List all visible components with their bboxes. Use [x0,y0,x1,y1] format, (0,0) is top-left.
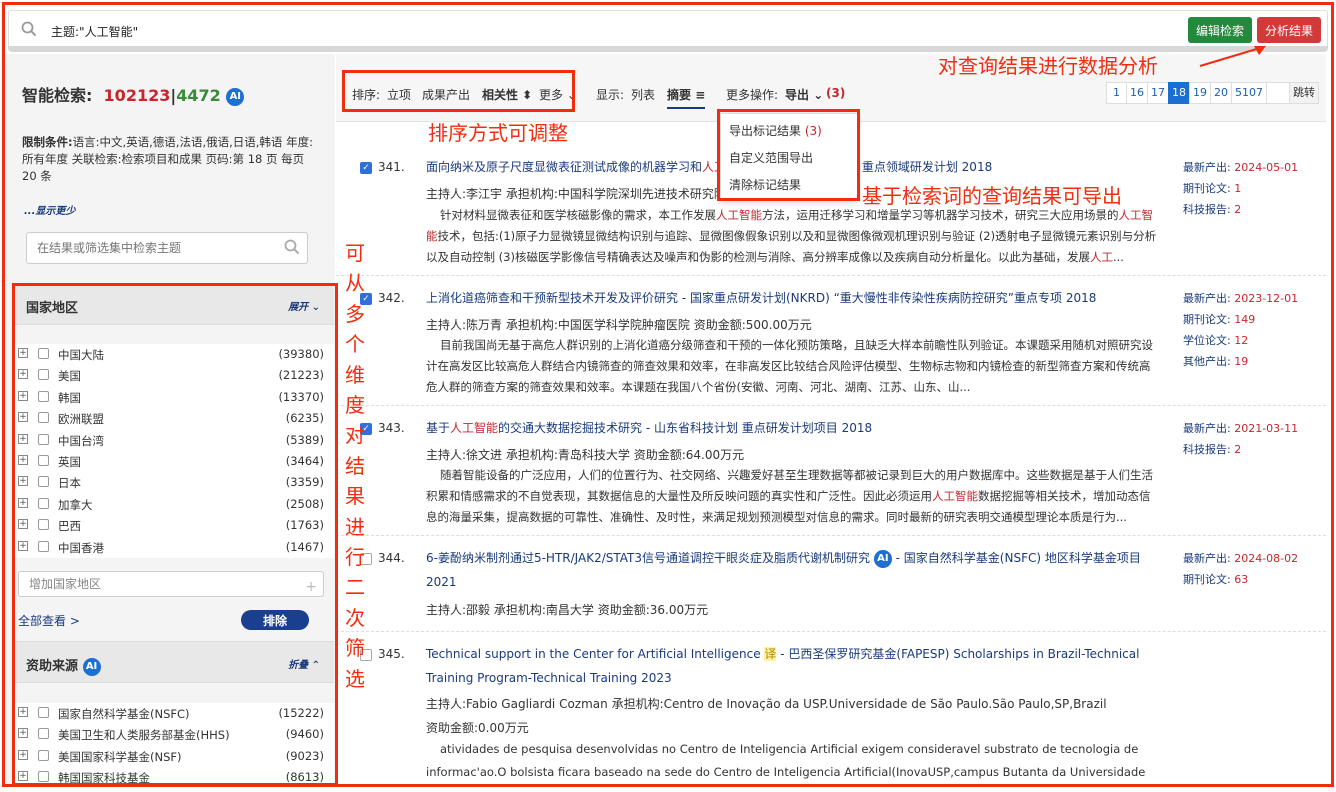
export-count: (3) [826,86,846,100]
page-jump-button[interactable]: 跳转 [1289,82,1319,104]
ai-badge: AI [226,87,245,106]
limit-conditions: 限制条件:语言:中文,英语,德语,法语,俄语,日语,韩语 年度:所有年度 关联检… [22,134,322,185]
result-abstract: 针对材料显微表征和医学核磁影像的需求，本工作发展人工智能方法，运用迁移学习和增量… [426,208,1157,264]
annotation-box-export [717,109,860,201]
annotation-analyze: 对查询结果进行数据分析 [938,54,1158,78]
annotation-char: 可 [345,241,365,265]
page-link[interactable]: 20 [1210,82,1232,104]
stat-line[interactable]: 其他产出: 19 [1183,351,1298,372]
result-index: 342. [378,291,405,305]
page-jump-input[interactable] [1266,82,1290,104]
result-stats: 最新产出: 2023-12-01 期刊论文: 149 学位论文: 12 其他产出: 1… [1183,288,1298,372]
stat-line[interactable]: 期刊论文: 63 [1183,569,1298,590]
smart-search-summary: 智能检索: 102123|4472 AI [22,82,245,106]
stat-line[interactable]: 科技报告: 2 [1183,439,1298,460]
smart-search-title: 智能检索: [22,86,93,105]
search-icon[interactable] [284,239,300,255]
show-less-link[interactable]: ...显示更少 [24,202,75,217]
annotation-char: 从 [345,271,365,296]
annotation-char: 结 [345,453,365,478]
result-index: 343. [378,421,405,435]
page-link[interactable]: 5107 [1231,82,1267,104]
result-item: 344. 6-姜酚纳米制剂通过5-HTR/JAK2/STAT3信号通道调控干眼炎… [336,536,1326,632]
result-abstract: 目前我国尚无基于高危人群识别的上消化道癌分级筛查和干预的一体化预防策略，且缺乏大… [426,338,1153,394]
annotation-box-sort [342,70,575,112]
result-title[interactable]: 上消化道癌筛查和干预新型技术开发及评价研究 - 国家重点研发计划(NKRD) “… [426,286,1161,310]
stat-line[interactable]: 学位论文: 12 [1183,330,1298,351]
annotation-char: 次 [345,605,365,630]
export-dropdown[interactable]: 导出 ⌄ [785,86,823,103]
stat-line[interactable]: 最新产出: 2023-12-01 [1183,288,1298,309]
result-title[interactable]: 基于人工智能的交通大数据挖掘技术研究 - 山东省科技计划 重点研发计划项目 20… [426,416,1161,440]
result-stats: 最新产出: 2024-08-02 期刊论文: 63 [1183,548,1298,590]
annotation-filter-text: 可从多个维度对结果进行二次筛选 [342,238,368,694]
stat-line[interactable]: 最新产出: 2024-05-01 [1183,157,1298,178]
result-item: 345. Technical support in the Center for… [336,632,1326,792]
result-funding: 资助金额:0.00万元 [426,721,529,735]
result-index: 341. [378,160,405,174]
result-meta: 主持人:陈万青 承担机构:中国医学科学院肿瘤医院 资助金额:500.00万元 [426,318,812,332]
result-title[interactable]: Technical support in the Center for Arti… [426,642,1161,690]
result-index: 344. [378,551,405,565]
result-abstract: atividades de pesquisa desenvolvidas no … [426,742,1146,779]
page-link[interactable]: 18 [1168,82,1190,104]
result-checkbox[interactable]: ✓ [360,162,372,174]
result-abstract: 随着智能设备的广泛应用，人们的位置行为、社交网络、兴趣爱好甚至生理数据等都被记录… [426,468,1153,524]
annotation-char: 筛 [345,636,365,661]
annotation-char: 个 [345,332,365,357]
annotation-box-filters [12,283,338,786]
pagination: 1 16 17 18 19 20 5107 跳转 [1106,82,1319,104]
annotation-char: 进 [345,514,365,539]
limits-label: 限制条件: [22,135,73,149]
search-bar[interactable]: 主题:"人工智能" [8,10,1328,48]
ai-count: 4472 [176,86,221,105]
display-abstract[interactable]: 摘要 ≡ [667,86,706,109]
display-list[interactable]: 列表 [631,86,655,103]
filter-search-input[interactable] [26,232,308,264]
annotation-arrow [1199,46,1266,67]
result-item: ✓ 342. 上消化道癌筛查和干预新型技术开发及评价研究 - 国家重点研发计划(… [336,276,1326,406]
annotation-export: 基于检索词的查询结果可导出 [862,184,1122,208]
result-meta: 主持人:徐文进 承担机构:青岛科技大学 资助金额:64.00万元 [426,448,745,462]
total-count: 102123 [103,86,171,105]
page-link[interactable]: 19 [1189,82,1211,104]
ai-badge: AI [873,549,892,568]
result-meta: 主持人:邵毅 承担机构:南昌大学 资助金额:36.00万元 [426,603,709,617]
list-icon: ≡ [695,88,706,102]
annotation-char: 多 [345,301,365,326]
stat-line[interactable]: 期刊论文: 1 [1183,178,1298,199]
annotation-char: 果 [345,484,365,509]
stat-line[interactable]: 最新产出: 2024-08-02 [1183,548,1298,569]
stat-line[interactable]: 期刊论文: 149 [1183,309,1298,330]
annotation-char: 行 [345,545,365,570]
page-link[interactable]: 1 [1106,82,1127,104]
annotation-char: 维 [345,362,365,387]
annotation-char: 二 [345,575,365,600]
more-ops-label: 更多操作: [726,88,779,102]
stat-line[interactable]: 科技报告: 2 [1183,199,1298,220]
result-stats: 最新产出: 2021-03-11 科技报告: 2 [1183,418,1298,460]
display-label: 显示: [596,88,625,102]
search-icon [21,21,37,37]
annotation-char: 度 [345,393,365,418]
page-link[interactable]: 17 [1147,82,1169,104]
chevron-down-icon: ⌄ [813,88,824,102]
annotation-char: 选 [345,666,365,691]
result-meta: 主持人:Fabio Gagliardi Cozman 承担机构:Centro d… [426,697,1107,711]
edit-search-button[interactable]: 编辑检索 [1188,17,1252,43]
translate-icon[interactable]: 译 [764,647,777,661]
annotation-char: 对 [345,423,365,448]
result-stats: 最新产出: 2024-05-01 期刊论文: 1 科技报告: 2 [1183,157,1298,220]
result-title[interactable]: 6-姜酚纳米制剂通过5-HTR/JAK2/STAT3信号通道调控干眼炎症及脂质代… [426,546,1161,594]
search-query[interactable]: 主题:"人工智能" [51,23,138,40]
analyze-results-button[interactable]: 分析结果 [1257,17,1321,43]
result-item: ✓ 343. 基于人工智能的交通大数据挖掘技术研究 - 山东省科技计划 重点研发… [336,406,1326,536]
stat-line[interactable]: 最新产出: 2021-03-11 [1183,418,1298,439]
annotation-sort: 排序方式可调整 [428,121,568,145]
result-index: 345. [378,647,405,661]
page-link[interactable]: 16 [1126,82,1148,104]
